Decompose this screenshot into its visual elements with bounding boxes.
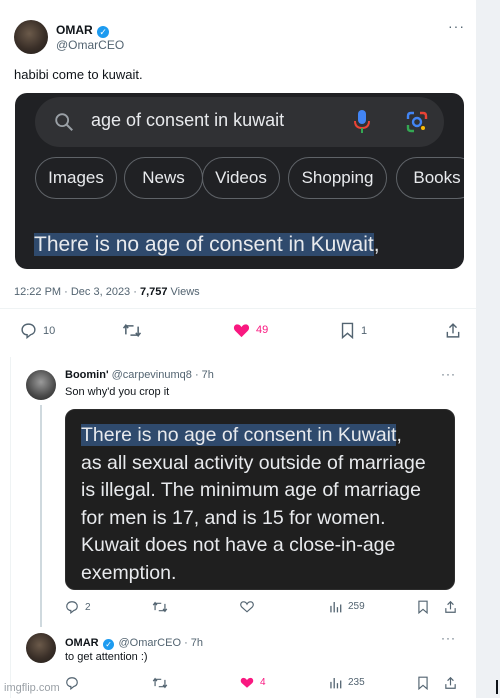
avatar[interactable] (26, 370, 56, 400)
tweet-original: OMAR ✓ @OmarCEO ··· habibi come to kuwai… (0, 0, 476, 352)
reply-text: Son why'd you crop it (65, 386, 170, 398)
bookmark-button[interactable] (417, 676, 429, 690)
reply-thread: Boomin' @carpevinumq8 · 7h ··· Son why'd… (10, 357, 474, 698)
author-handle[interactable]: @OmarCEO (56, 38, 124, 52)
views-chart-icon (330, 601, 342, 613)
reply-image[interactable]: There is no age of consent in Kuwait, as… (65, 409, 455, 590)
highlighted-answer: There is no age of consent in Kuwait (81, 424, 397, 446)
share-icon (446, 323, 460, 338)
share-button[interactable] (444, 600, 457, 614)
author-handle[interactable]: @carpevinumq8 · 7h (112, 369, 214, 381)
avatar[interactable] (14, 20, 48, 54)
retweet-icon (122, 323, 142, 338)
more-options-icon[interactable]: ··· (448, 18, 465, 34)
heart-icon (240, 601, 254, 613)
author-name[interactable]: Boomin' (65, 369, 109, 381)
reply-count: 2 (85, 601, 91, 613)
bookmark-button[interactable] (417, 600, 429, 614)
views-count: 235 (348, 677, 365, 688)
search-query: age of consent in kuwait (91, 110, 285, 130)
chip-books: Books (396, 157, 464, 199)
author-handle[interactable]: @OmarCEO · 7h (119, 637, 204, 649)
views-label: Views (167, 286, 200, 298)
retweet-icon (152, 601, 168, 613)
reply-button[interactable]: 2 (65, 600, 91, 614)
quote-line: exemption. (81, 561, 177, 584)
views-count: 259 (348, 601, 365, 612)
reply-icon (66, 677, 78, 690)
views-button[interactable]: 259 (329, 600, 365, 613)
retweet-button[interactable] (152, 676, 168, 690)
timestamp[interactable]: 12:22 PM · Dec 3, 2023 · (14, 286, 140, 298)
retweet-icon (152, 677, 168, 689)
thread-line (40, 405, 42, 627)
like-button[interactable]: 4 (240, 676, 266, 689)
avatar[interactable] (26, 633, 56, 663)
chip-news: News (124, 157, 203, 199)
tweet-image[interactable]: age of consent in kuwait Images News Vid… (15, 93, 464, 269)
more-options-icon[interactable]: ··· (441, 367, 456, 381)
heart-icon (240, 677, 254, 688)
quote-line: Kuwait does not have a close-in-age (81, 534, 396, 556)
like-count: 49 (256, 324, 269, 336)
verified-badge-icon: ✓ (103, 639, 115, 650)
lens-icon (406, 111, 428, 133)
bookmark-button[interactable]: 1 (340, 322, 367, 339)
like-button[interactable]: 49 (233, 322, 268, 338)
bookmark-icon (418, 600, 428, 614)
bookmark-count: 1 (361, 324, 368, 337)
quote-line-suffix: , (396, 424, 402, 446)
chip-images: Images (35, 157, 117, 199)
heart-icon (233, 324, 250, 338)
reply-button[interactable]: 10 (20, 322, 55, 339)
bookmark-icon (418, 676, 428, 690)
like-button[interactable] (240, 600, 254, 613)
chip-shopping: Shopping (288, 157, 387, 199)
like-count: 4 (260, 677, 266, 688)
bookmark-icon (341, 322, 354, 339)
reply-header: Boomin' @carpevinumq8 · 7h (65, 369, 214, 381)
reply-icon (21, 323, 36, 339)
page-gutter (476, 0, 500, 698)
reply-icon (66, 601, 78, 614)
tweet-text: habibi come to kuwait. (14, 67, 143, 82)
search-bar: age of consent in kuwait (35, 97, 444, 147)
quote-line: for men is 17, and is 15 for women. (81, 506, 386, 529)
microphone-icon (354, 110, 370, 133)
answer-snippet: There is no age of consent in Kuwait, (34, 233, 380, 257)
gutter-marker (496, 680, 498, 694)
views-count: 7,757 (139, 286, 168, 298)
views-chart-icon (330, 677, 342, 689)
author-name[interactable]: OMAR (65, 637, 99, 649)
quote-line: There is no age of consent in Kuwait, (81, 422, 426, 450)
chip-videos: Videos (202, 157, 280, 199)
retweet-button[interactable] (122, 322, 142, 339)
author-name[interactable]: OMAR (56, 23, 93, 37)
watermark: imgflip.com (4, 682, 60, 694)
highlighted-answer: There is no age of consent in Kuwait (34, 233, 374, 256)
divider (0, 308, 476, 309)
verified-badge-icon: ✓ (97, 26, 110, 38)
share-icon (445, 676, 456, 689)
quote-line: is illegal. The minimum age of marriage (81, 479, 421, 501)
answer-suffix: , (373, 233, 380, 256)
author-row: OMAR ✓ (56, 21, 110, 39)
share-button[interactable] (444, 676, 457, 690)
search-icon (55, 113, 73, 131)
quote-line: as all sexual activity outside of marria… (81, 451, 426, 474)
retweet-button[interactable] (152, 600, 168, 614)
share-button[interactable] (445, 322, 461, 339)
share-icon (445, 600, 456, 613)
more-options-icon[interactable]: ··· (441, 631, 456, 645)
reply-count: 10 (43, 324, 56, 337)
reply-button[interactable] (65, 676, 79, 690)
tweet-meta: 12:22 PM · Dec 3, 2023 · 7,757 Views (14, 286, 200, 298)
reply-text: to get attention :) (65, 651, 148, 663)
views-button[interactable]: 235 (329, 676, 365, 689)
quote-text: There is no age of consent in Kuwait, as… (81, 422, 426, 587)
reply-header: OMAR ✓ @OmarCEO · 7h (65, 633, 203, 651)
